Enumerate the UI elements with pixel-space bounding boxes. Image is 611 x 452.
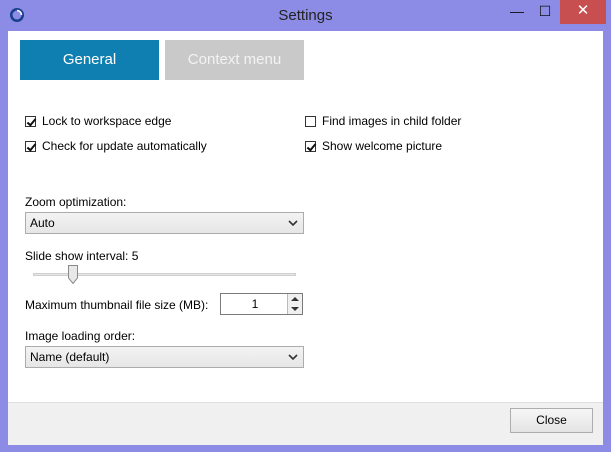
checkbox-unchecked-icon [305,115,316,127]
thumbnail-size-stepper[interactable]: 1 [220,293,303,315]
settings-content: General Context menu Lock to workspace e… [8,31,603,445]
stepper-down-button[interactable] [287,304,302,314]
zoom-optimization-label: Zoom optimization: [25,195,127,209]
check-update-checkbox[interactable]: Check for update automatically [25,138,207,154]
title-bar[interactable]: Settings — ☐ ✕ [0,0,611,31]
tab-context-menu[interactable]: Context menu [165,40,304,80]
triangle-down-icon [291,307,299,311]
tab-general[interactable]: General [20,40,159,80]
checkbox-label: Lock to workspace edge [42,114,172,128]
close-button[interactable]: Close [510,408,593,433]
minimize-button[interactable]: — [503,0,531,24]
loading-order-select[interactable]: Name (default) [25,346,304,368]
slideshow-interval-label: Slide show interval: 5 [25,249,139,263]
close-window-button[interactable]: ✕ [560,0,606,24]
select-value: Auto [30,216,55,230]
loading-order-label: Image loading order: [25,329,136,343]
checkbox-checked-icon [25,115,36,127]
select-value: Name (default) [30,350,110,364]
dialog-footer: Close [8,402,603,445]
checkbox-label: Show welcome picture [322,139,443,153]
thumbnail-size-label: Maximum thumbnail file size (MB): [25,298,209,312]
checkbox-label: Find images in child folder [322,114,462,128]
stepper-value: 1 [251,297,259,311]
show-welcome-picture-checkbox[interactable]: Show welcome picture [305,138,442,154]
slideshow-slider-thumb[interactable] [68,265,78,284]
settings-window: Settings — ☐ ✕ General Context menu Lock… [0,0,611,452]
checkbox-label: Check for update automatically [42,139,207,153]
checkbox-checked-icon [305,140,316,152]
triangle-up-icon [291,297,299,301]
zoom-optimization-select[interactable]: Auto [25,212,304,234]
chevron-down-icon [288,354,298,361]
checkbox-checked-icon [25,140,36,152]
find-child-folder-checkbox[interactable]: Find images in child folder [305,113,461,129]
maximize-button[interactable]: ☐ [531,0,559,24]
chevron-down-icon [288,220,298,227]
lock-workspace-edge-checkbox[interactable]: Lock to workspace edge [25,113,171,129]
